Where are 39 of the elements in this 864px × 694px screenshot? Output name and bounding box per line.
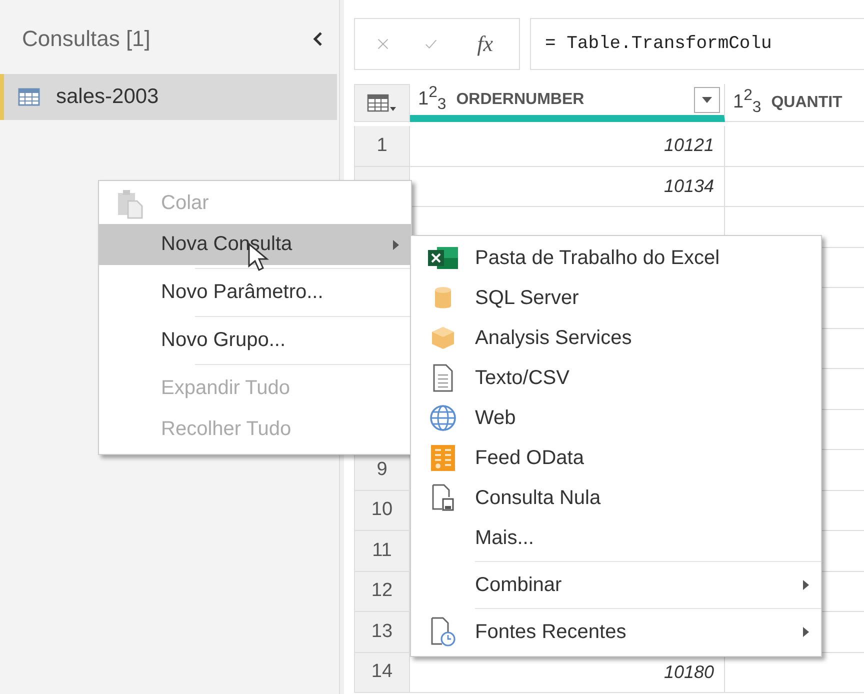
row-number: 14: [354, 652, 410, 693]
menu-item[interactable]: Texto/CSV: [411, 358, 821, 398]
database-icon: [433, 285, 453, 311]
row-number: 10: [354, 490, 410, 531]
menu-item[interactable]: Combinar: [411, 565, 821, 605]
data-feed-icon: [430, 444, 456, 472]
menu-item[interactable]: Consulta Nula: [411, 478, 821, 518]
column-name: QUANTIT: [771, 94, 842, 112]
formula-field[interactable]: = Table.TransformColu: [530, 18, 864, 70]
menu-item[interactable]: Mais...: [411, 518, 821, 558]
pane-title: Consultas [1]: [22, 26, 150, 52]
menu-item[interactable]: SQL Server: [411, 278, 821, 318]
collapse-icon[interactable]: [311, 30, 325, 48]
paste-icon: [117, 188, 143, 218]
recent-sources-icon: [430, 617, 456, 647]
menu-item[interactable]: Pasta de Trabalho do Excel: [411, 238, 821, 278]
blank-query-icon: [431, 484, 455, 512]
spreadsheet-icon: [427, 245, 459, 271]
caret-icon: [702, 96, 712, 102]
menu-item[interactable]: Novo Grupo...: [99, 320, 411, 361]
table-cell: 10121: [410, 126, 725, 166]
row-number: 11: [354, 531, 410, 572]
menu-item[interactable]: Novo Parâmetro...: [99, 272, 411, 313]
filter-dropdown-button[interactable]: [694, 86, 720, 112]
menu-item[interactable]: Analysis Services: [411, 318, 821, 358]
document-icon: [432, 364, 454, 392]
globe-icon: [429, 404, 457, 432]
column-name: ORDERNUMBER: [456, 90, 584, 108]
menu-item[interactable]: Fontes Recentes: [411, 612, 821, 652]
table-icon: [18, 88, 40, 106]
query-item[interactable]: sales-2003: [0, 74, 337, 120]
menu-item[interactable]: Feed OData: [411, 438, 821, 478]
function-button[interactable]: fx: [477, 31, 493, 57]
row-number: 12: [354, 572, 410, 612]
menu-item[interactable]: Web: [411, 398, 821, 438]
row-number: 1: [354, 126, 410, 166]
row-number: 13: [354, 612, 410, 652]
table-menu-icon[interactable]: [367, 93, 397, 113]
cube-icon: [430, 325, 456, 351]
